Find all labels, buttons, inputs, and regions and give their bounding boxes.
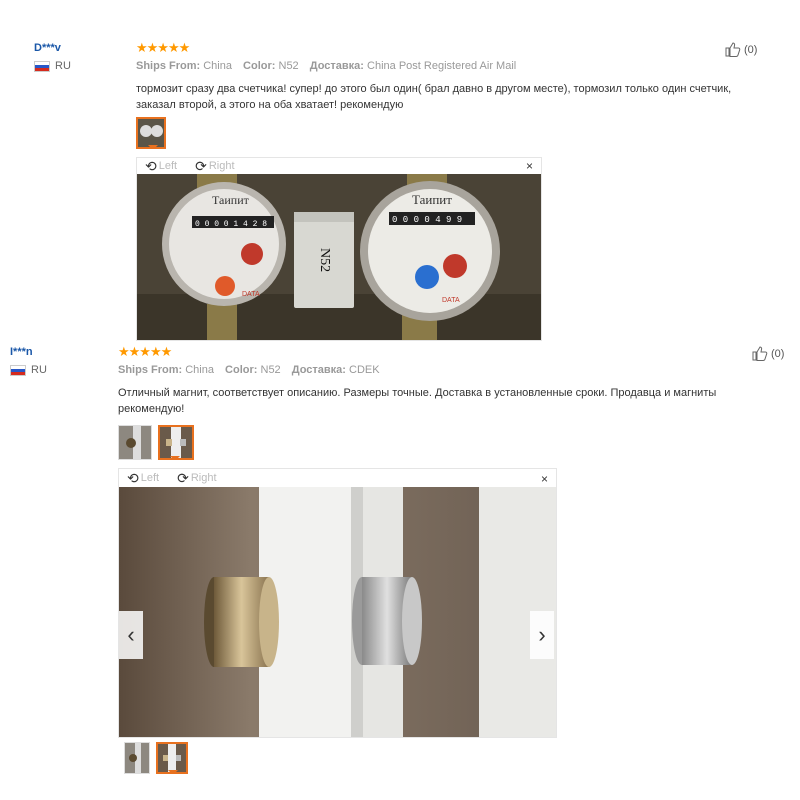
photo-thumbnail[interactable] [136,117,166,149]
reviewer-info: D***v RU [34,42,71,72]
meter-brand-left: Таипит [212,193,250,207]
magnet-thumbnail-image [119,426,151,459]
water-meters-photo: Таипит 0 0 0 0 1 4 2 8 DATA N52 Таипит 0… [137,174,541,340]
delivery-value: China Post Registered Air Mail [367,60,517,72]
magnet-label: N52 [317,248,332,272]
color-label: Color: [225,364,258,376]
photo-viewer: ⟲ Left ⟳ Right × ‹ › [118,468,557,738]
review-photo: Таипит 0 0 0 0 1 4 2 8 DATA N52 Таипит 0… [137,174,541,340]
photo-viewer: ⟲ Left ⟳ Right × Таипит 0 0 0 0 1 4 2 8 DA… [136,157,542,341]
rotate-left-icon: ⟲ [127,469,139,486]
meter-sub-right: DATA [442,297,460,304]
photo-thumbnail[interactable] [118,425,152,460]
order-meta: Ships From: China Color: N52 Доставка: C… [136,60,524,72]
close-icon[interactable]: × [541,472,548,486]
door-magnets-photo [119,487,556,737]
delivery-label: Доставка: [291,364,346,376]
russia-flag-icon [34,60,50,72]
rotate-left-button[interactable]: ⟲ Left [127,470,159,487]
close-icon[interactable]: × [526,159,533,173]
reviewer-name[interactable]: I***n [10,346,47,358]
ships-from-value: China [185,364,214,376]
chevron-right-icon: › [538,622,546,647]
review-photo: ‹ › [119,487,556,737]
magnet-thumbnail-image [125,743,149,773]
rotate-right-icon: ⟳ [195,157,207,174]
ships-from-label: Ships From: [118,364,183,376]
door-magnet-thumbnail-image [160,427,192,458]
chevron-left-icon: ‹ [127,622,135,647]
meter-sub-left: DATA [242,291,260,298]
color-value: N52 [260,364,281,376]
order-meta: Ships From: China Color: N52 Доставка: C… [118,364,388,376]
thumbs-up-icon [725,42,741,57]
delivery-label: Доставка: [309,60,364,72]
rotate-left-label: Left [140,472,160,484]
ships-from-value: China [203,60,232,72]
next-photo-button[interactable]: › [530,611,554,659]
meter-thumbnail-image [138,119,164,147]
color-label: Color: [243,60,276,72]
russia-flag-icon [10,364,26,376]
door-magnet-thumbnail-image [158,744,186,772]
rotate-right-label: Right [190,472,217,484]
viewer-thumbnail[interactable] [124,742,150,774]
rotate-right-label: Right [208,160,235,172]
star-rating: ★★★★★ [118,344,172,359]
viewer-thumbnail-active[interactable] [156,742,188,774]
country-code: RU [55,60,71,72]
rotate-right-icon: ⟳ [177,469,189,486]
reviewer-info: I***n RU [10,346,47,376]
rotate-left-button[interactable]: ⟲ Left [145,158,177,175]
rotate-left-label: Left [158,160,178,172]
reviewer-country: RU [34,60,71,72]
viewer-toolbar: ⟲ Left ⟳ Right × [119,469,556,487]
review-text: тормозит сразу два счетчика! супер! до э… [136,83,732,111]
helpful-button[interactable]: (0) [752,346,784,361]
previous-photo-button[interactable]: ‹ [119,611,143,659]
delivery-value: CDEK [349,364,380,376]
viewer-toolbar: ⟲ Left ⟳ Right × [137,158,541,174]
reviewer-country: RU [10,364,47,376]
helpful-button[interactable]: (0) [725,42,757,57]
rotate-right-button[interactable]: ⟳ Right [195,158,234,175]
like-count: (0) [771,347,785,360]
meter-digits-right: 0 0 0 0 4 9 9 [392,215,462,225]
star-rating: ★★★★★ [136,40,190,55]
review-text: Отличный магнит, соответствует описанию.… [118,387,717,415]
rotate-right-button[interactable]: ⟳ Right [177,470,216,487]
meter-brand-right: Таипит [412,192,452,207]
thumbs-up-icon [752,346,768,361]
photo-thumbnail-active[interactable] [158,425,194,460]
rotate-left-icon: ⟲ [145,157,157,174]
like-count: (0) [744,43,758,56]
ships-from-label: Ships From: [136,60,201,72]
color-value: N52 [278,60,299,72]
country-code: RU [31,364,47,376]
meter-digits-left: 0 0 0 0 1 4 2 8 [195,220,267,229]
reviewer-name[interactable]: D***v [34,42,71,54]
